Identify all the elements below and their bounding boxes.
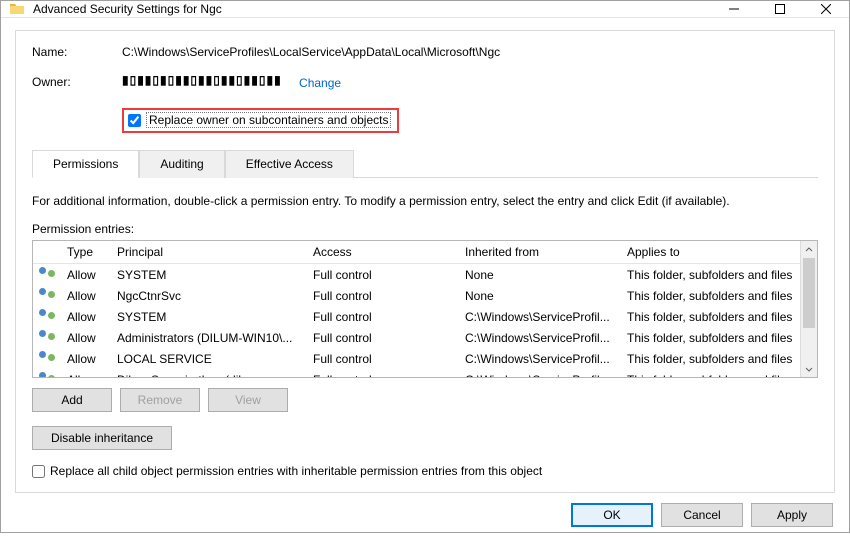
owner-value: ▮▯▮▮▯▮▯▮▮▯▮▮▯▮▮▯▮▮▯▮▮ (122, 73, 282, 87)
replace-child-checkbox[interactable] (32, 465, 45, 478)
cell-applies: This folder, subfolders and files (621, 267, 800, 283)
cell-applies: This folder, subfolders and files (621, 351, 800, 367)
cell-access: Full control (307, 372, 459, 378)
tab-effective-access[interactable]: Effective Access (225, 150, 354, 178)
cell-access: Full control (307, 309, 459, 325)
cancel-button[interactable]: Cancel (661, 503, 743, 527)
close-button[interactable] (803, 1, 849, 17)
window-frame: Advanced Security Settings for Ngc Name:… (0, 0, 850, 533)
people-icon (39, 329, 55, 343)
cell-inherited: C:\Windows\ServiceProfil... (459, 309, 621, 325)
replace-child-label[interactable]: Replace all child object permission entr… (50, 464, 542, 478)
table-row[interactable]: AllowSYSTEMFull controlC:\Windows\Servic… (33, 306, 800, 327)
cell-inherited: None (459, 288, 621, 304)
cell-principal: SYSTEM (111, 309, 307, 325)
tab-auditing[interactable]: Auditing (139, 150, 224, 178)
entries-label: Permission entries: (32, 222, 818, 236)
cell-applies: This folder, subfolders and files (621, 288, 800, 304)
cell-inherited: C:\Windows\ServiceProfil (459, 372, 621, 378)
view-button[interactable]: View (208, 388, 288, 412)
table-row[interactable]: AllowAdministrators (DILUM-WIN10\...Full… (33, 327, 800, 348)
col-access[interactable]: Access (307, 241, 459, 263)
people-icon (39, 266, 55, 280)
people-icon (39, 371, 55, 377)
cell-principal: SYSTEM (111, 267, 307, 283)
name-label: Name: (32, 45, 122, 59)
col-type[interactable]: Type (61, 241, 111, 263)
cell-inherited: None (459, 267, 621, 283)
people-icon (39, 308, 55, 322)
cell-inherited: C:\Windows\ServiceProfil... (459, 330, 621, 346)
people-icon (39, 350, 55, 364)
main-panel: Name: C:\Windows\ServiceProfiles\LocalSe… (15, 30, 835, 493)
cell-type: Allow (61, 351, 111, 367)
replace-owner-label[interactable]: Replace owner on subcontainers and objec… (146, 112, 391, 128)
owner-label: Owner: (32, 75, 122, 89)
cell-applies: This folder, subfolders and files (621, 330, 800, 346)
vertical-scrollbar[interactable] (800, 241, 817, 377)
window-title: Advanced Security Settings for Ngc (33, 2, 711, 16)
people-icon (39, 287, 55, 301)
name-value: C:\Windows\ServiceProfiles\LocalService\… (122, 45, 818, 59)
cell-principal: LOCAL SERVICE (111, 351, 307, 367)
cell-type: Allow (61, 309, 111, 325)
table-row[interactable]: AllowDilum Senevirathne (dilum.seneFull … (33, 369, 800, 377)
scroll-up-button[interactable] (801, 241, 817, 258)
minimize-button[interactable] (711, 1, 757, 17)
cell-access: Full control (307, 351, 459, 367)
titlebar[interactable]: Advanced Security Settings for Ngc (1, 1, 849, 18)
cell-principal: NgcCtnrSvc (111, 288, 307, 304)
tab-permissions[interactable]: Permissions (32, 150, 139, 178)
change-owner-link[interactable]: Change (299, 76, 341, 90)
permission-table[interactable]: Type Principal Access Inherited from App… (32, 240, 818, 378)
disable-inheritance-button[interactable]: Disable inheritance (32, 426, 172, 450)
add-button[interactable]: Add (32, 388, 112, 412)
table-row[interactable]: AllowSYSTEMFull controlNoneThis folder, … (33, 264, 800, 285)
cell-type: Allow (61, 372, 111, 378)
cell-type: Allow (61, 330, 111, 346)
col-principal[interactable]: Principal (111, 241, 307, 263)
cell-inherited: C:\Windows\ServiceProfil... (459, 351, 621, 367)
maximize-button[interactable] (757, 1, 803, 17)
folder-icon (9, 1, 25, 17)
scroll-down-button[interactable] (801, 360, 817, 377)
cell-type: Allow (61, 267, 111, 283)
cell-principal: Dilum Senevirathne (dilum.sene (111, 372, 307, 378)
cell-principal: Administrators (DILUM-WIN10\... (111, 330, 307, 346)
table-header[interactable]: Type Principal Access Inherited from App… (33, 241, 800, 264)
cell-type: Allow (61, 288, 111, 304)
cell-applies: This folder, subfolders and files (621, 309, 800, 325)
apply-button[interactable]: Apply (751, 503, 833, 527)
col-inherited[interactable]: Inherited from (459, 241, 621, 263)
client-area: Name: C:\Windows\ServiceProfiles\LocalSe… (1, 18, 849, 537)
col-applies[interactable]: Applies to (621, 241, 800, 263)
ok-button[interactable]: OK (571, 503, 653, 527)
hint-text: For additional information, double-click… (32, 194, 818, 208)
scroll-thumb[interactable] (803, 258, 815, 328)
table-row[interactable]: AllowNgcCtnrSvcFull controlNoneThis fold… (33, 285, 800, 306)
replace-owner-checkbox[interactable] (128, 114, 141, 127)
remove-button[interactable]: Remove (120, 388, 200, 412)
cell-access: Full control (307, 330, 459, 346)
cell-access: Full control (307, 288, 459, 304)
table-row[interactable]: AllowLOCAL SERVICEFull controlC:\Windows… (33, 348, 800, 369)
cell-applies: This folder, subfolders and files (621, 372, 800, 378)
replace-owner-highlight: Replace owner on subcontainers and objec… (122, 108, 399, 133)
cell-access: Full control (307, 267, 459, 283)
tabpanel-permissions: For additional information, double-click… (32, 177, 818, 478)
